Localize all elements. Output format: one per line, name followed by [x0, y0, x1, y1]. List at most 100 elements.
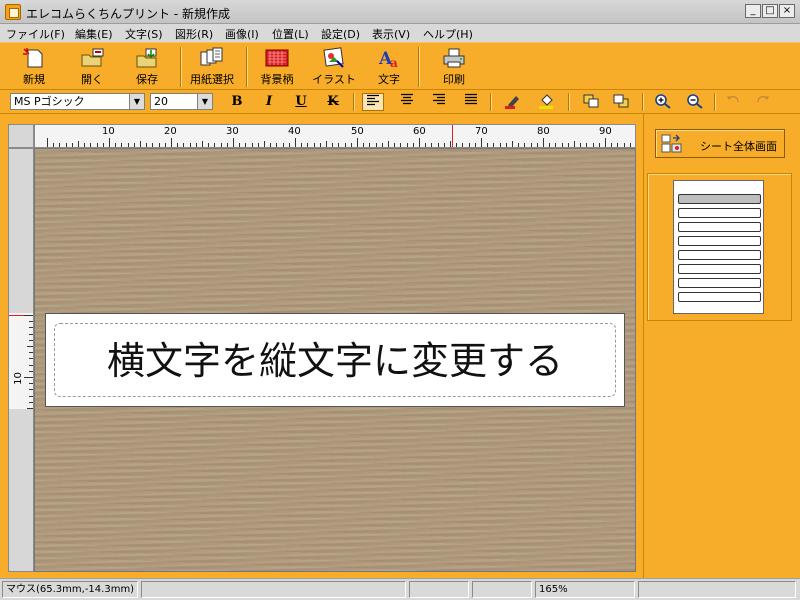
text-aa-icon: A a [378, 49, 398, 69]
font-size-select[interactable]: 20 ▼ [150, 93, 213, 110]
toolbar-separator [246, 47, 248, 87]
ruler-tick [47, 138, 48, 147]
text-button[interactable]: A a 文字 [365, 45, 413, 89]
align-right-icon [433, 93, 445, 105]
ruler-tick [220, 143, 222, 147]
ruler-tick [381, 143, 383, 147]
menu-settings[interactable]: 設定(D) [321, 26, 360, 42]
ruler-tick [109, 138, 110, 147]
strikethrough-button[interactable]: K [322, 93, 344, 111]
menu-edit[interactable]: 編集(E) [75, 26, 113, 42]
ruler-label: 50 [351, 126, 364, 137]
ruler-tick [350, 143, 352, 147]
ruler-tick [29, 358, 33, 360]
ruler-tick [214, 143, 216, 147]
ruler-tick [344, 143, 346, 147]
preview-label-row[interactable] [678, 208, 761, 218]
sheet-preview[interactable] [673, 180, 764, 314]
ruler-tick [456, 143, 458, 147]
ruler-tick [29, 339, 33, 341]
menu-shape[interactable]: 図形(R) [175, 26, 213, 42]
ruler-label: 30 [226, 126, 239, 137]
printer-icon [443, 48, 465, 68]
mouse-position-readout: マウス(65.3mm,-14.3mm) [2, 581, 138, 598]
sheet-full-view-button[interactable]: シート全体画面 [655, 129, 785, 158]
zoom-in-button[interactable] [652, 93, 674, 111]
ruler-tick [400, 143, 402, 147]
open-label: 開く [81, 73, 103, 86]
fill-color-button[interactable] [536, 93, 558, 111]
ruler-tick [611, 143, 613, 147]
close-button[interactable]: × [779, 4, 795, 18]
chevron-down-icon[interactable]: ▼ [197, 94, 212, 109]
chevron-down-icon[interactable]: ▼ [129, 94, 144, 109]
ruler-tick [574, 141, 575, 147]
align-right-button[interactable] [428, 93, 450, 111]
illustration-button[interactable]: イラスト [309, 45, 359, 89]
menu-view[interactable]: 表示(V) [372, 26, 410, 42]
ruler-tick [623, 143, 625, 147]
ruler-tick [127, 143, 129, 147]
ruler-tick [233, 138, 234, 147]
text-frame[interactable]: 横文字を縦文字に変更する [54, 323, 616, 397]
ruler-tick [598, 143, 600, 147]
window-title: エレコムらくちんプリント - 新規作成 [26, 7, 230, 21]
new-button[interactable]: 新規 [8, 45, 60, 89]
bold-button[interactable]: B [226, 93, 248, 111]
ruler-tick [133, 143, 135, 147]
preview-label-row[interactable] [678, 250, 761, 260]
ruler-tick [561, 143, 563, 147]
undo-button[interactable] [722, 93, 744, 111]
print-button[interactable]: 印刷 [430, 45, 478, 89]
preview-label-row[interactable] [678, 278, 761, 288]
label-text[interactable]: 横文字を縦文字に変更する [55, 324, 615, 396]
label-tape[interactable]: 横文字を縦文字に変更する [45, 313, 625, 407]
text-color-button[interactable] [502, 93, 524, 111]
underline-button[interactable]: U [290, 93, 312, 111]
ruler-tick [505, 143, 507, 147]
maximize-button[interactable]: □ [762, 4, 778, 18]
menu-text[interactable]: 文字(S) [125, 26, 163, 42]
sheet-view-icon [661, 134, 682, 153]
minimize-button[interactable]: _ [745, 4, 761, 18]
menu-file[interactable]: ファイル(F) [6, 26, 65, 42]
open-folder-icon [81, 48, 104, 67]
menu-position[interactable]: 位置(L) [272, 26, 309, 42]
vertical-ruler: 10 [8, 148, 34, 572]
align-center-button[interactable] [396, 93, 418, 111]
send-backward-button[interactable] [610, 93, 632, 111]
zoom-out-button[interactable] [684, 93, 706, 111]
preview-label-row[interactable] [678, 236, 761, 246]
ruler-tick [146, 143, 148, 147]
save-button[interactable]: 保存 [121, 45, 173, 89]
align-justify-button[interactable] [460, 93, 482, 111]
ruler-tick [592, 143, 594, 147]
ruler-tick [164, 143, 166, 147]
bring-forward-button[interactable] [580, 93, 602, 111]
ruler-tick [239, 143, 241, 147]
background-button[interactable]: 背景柄 [253, 45, 301, 89]
open-button[interactable]: 開く [66, 45, 118, 89]
menu-help[interactable]: ヘルプ(H) [423, 26, 473, 42]
ruler-tick [431, 143, 433, 147]
ruler-tick [24, 315, 33, 316]
title-bar: エレコムらくちんプリント - 新規作成 _ □ × [0, 0, 800, 24]
ruler-tick [158, 143, 160, 147]
menu-image[interactable]: 画像(I) [225, 26, 259, 42]
align-left-button[interactable] [362, 93, 384, 111]
preview-label-row[interactable] [678, 292, 761, 302]
pen-color-icon [505, 96, 519, 109]
paper-select-button[interactable]: 用紙選択 [184, 45, 240, 89]
ruler-tick [226, 143, 228, 147]
redo-button[interactable] [752, 93, 774, 111]
toolbar-separator [490, 93, 492, 111]
ruler-tick [326, 141, 327, 147]
preview-label-row[interactable] [678, 264, 761, 274]
ruler-tick [518, 143, 520, 147]
italic-button[interactable]: I [258, 93, 280, 111]
preview-label-row[interactable] [678, 194, 761, 204]
preview-label-row[interactable] [678, 222, 761, 232]
font-name-select[interactable]: MS Pゴシック ▼ [10, 93, 145, 110]
toolbar-separator [714, 93, 716, 111]
ruler-tick [183, 143, 185, 147]
